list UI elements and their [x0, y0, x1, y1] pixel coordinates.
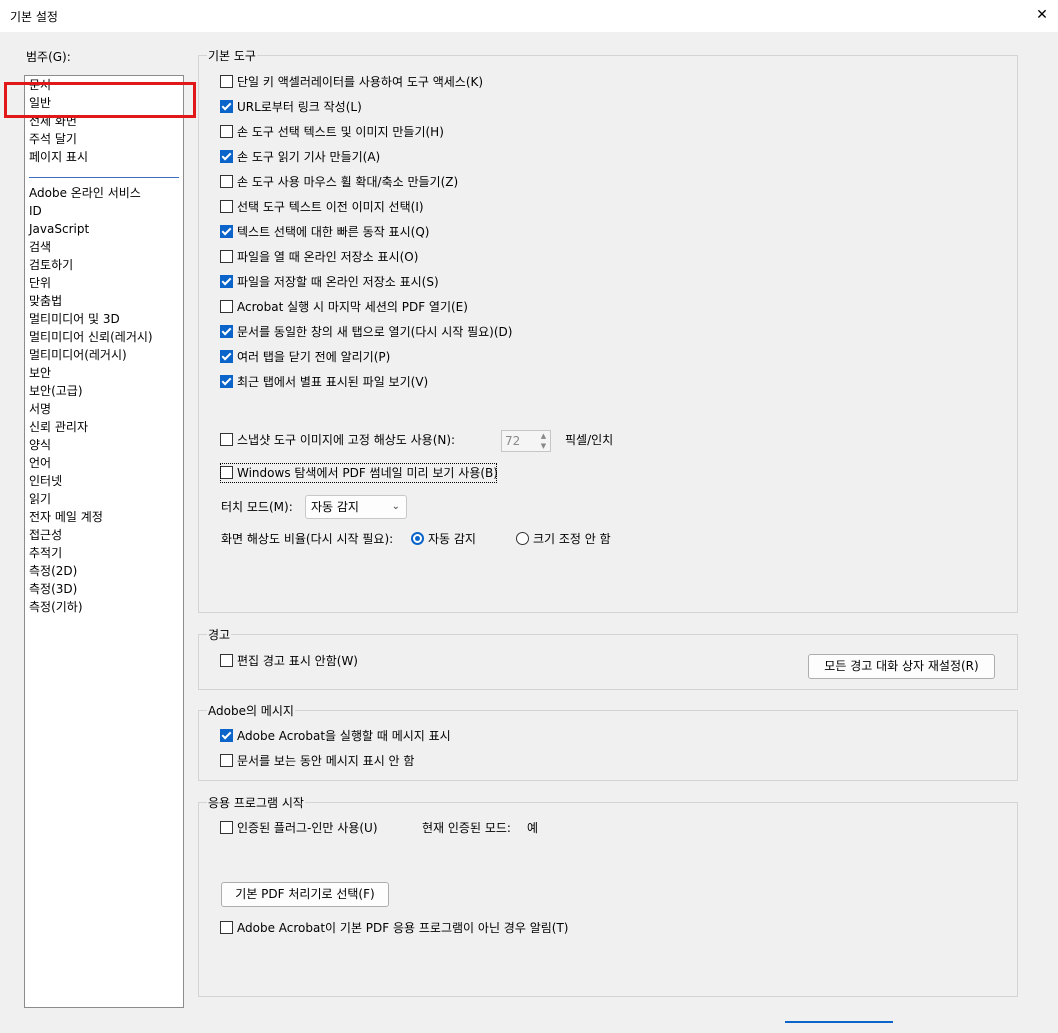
category-item[interactable]: 추적기 [29, 545, 62, 562]
category-item[interactable]: 읽기 [29, 491, 51, 508]
online-storage-save-checkbox[interactable]: 파일을 저장할 때 온라인 저장소 표시(S) [220, 273, 439, 291]
checkbox-icon [220, 250, 233, 263]
checkbox-icon [220, 75, 233, 88]
adobe-messages-group [198, 710, 1018, 781]
category-item-commenting[interactable]: 주석 달기 [29, 131, 77, 148]
category-list[interactable]: 문서 일반 전체 화면 주석 달기 페이지 표시 Adobe 온라인 서비스 I… [24, 75, 184, 1008]
radio-icon [516, 532, 529, 545]
reopen-last-session-checkbox[interactable]: Acrobat 실행 시 마지막 세션의 PDF 열기(E) [220, 298, 468, 316]
category-item[interactable]: 측정(2D) [29, 563, 77, 580]
certified-plugins-checkbox[interactable]: 인증된 플러그-인만 사용(U) [220, 819, 378, 837]
show-messages-launch-checkbox[interactable]: Adobe Acrobat을 실행할 때 메시지 표시 [220, 727, 451, 745]
checkbox-checked-icon [220, 225, 233, 238]
category-item[interactable]: 멀티미디어(레거시) [29, 347, 127, 364]
category-item[interactable]: 인터넷 [29, 473, 62, 490]
checkbox-icon [220, 200, 233, 213]
checkbox-icon [220, 300, 233, 313]
category-separator [29, 177, 179, 178]
category-item[interactable]: 보안 [29, 365, 51, 382]
current-mode-label: 현재 인증된 모드: [422, 821, 511, 835]
warn-close-tabs-checkbox[interactable]: 여러 탭을 닫기 전에 알리기(P) [220, 348, 390, 366]
category-item[interactable]: 신뢰 관리자 [29, 419, 88, 436]
highlight-box [4, 82, 196, 118]
screen-ratio-none-radio[interactable]: 크기 조정 안 함 [516, 530, 611, 548]
hand-tool-select-checkbox[interactable]: 손 도구 선택 텍스트 및 이미지 만들기(H) [220, 123, 444, 141]
checkbox-checked-icon [220, 350, 233, 363]
snapshot-resolution-checkbox[interactable]: 스냅샷 도구 이미지에 고정 해상도 사용(N): [220, 431, 455, 449]
snapshot-resolution-value: 72 [505, 434, 521, 448]
open-in-new-tab-checkbox[interactable]: 문서를 동일한 창의 새 탭으로 열기(다시 시작 필요)(D) [220, 323, 512, 341]
reset-warnings-button[interactable]: 모든 경고 대화 상자 재설정(R) [808, 654, 995, 679]
chevron-up-icon[interactable]: ▲ [537, 431, 550, 441]
default-pdf-handler-button[interactable]: 기본 PDF 처리기로 선택(F) [221, 882, 389, 907]
checkbox-checked-icon [220, 275, 233, 288]
touch-mode-select[interactable]: 자동 감지 ⌄ [305, 495, 407, 519]
category-item[interactable]: 측정(기하) [29, 599, 83, 616]
checkbox-icon [220, 125, 233, 138]
hand-tool-wheel-zoom-checkbox[interactable]: 손 도구 사용 마우스 휠 확대/축소 만들기(Z) [220, 173, 458, 191]
category-item[interactable]: 양식 [29, 437, 51, 454]
default-pdf-notify-checkbox[interactable]: Adobe Acrobat이 기본 PDF 응용 프로그램이 아닌 경우 알림(… [220, 919, 568, 937]
snapshot-resolution-stepper[interactable]: 72 ▲ ▼ [501, 430, 551, 452]
touch-mode-value: 자동 감지 [311, 500, 359, 514]
category-item[interactable]: 맞춤법 [29, 293, 62, 310]
title-bar: 기본 설정 ✕ [0, 0, 1058, 32]
chevron-down-icon: ⌄ [391, 501, 400, 512]
category-label: 범주(G): [26, 50, 71, 64]
starred-files-checkbox[interactable]: 최근 탭에서 별표 표시된 파일 보기(V) [220, 373, 428, 391]
category-item-page-display[interactable]: 페이지 표시 [29, 149, 88, 166]
category-item[interactable]: 언어 [29, 455, 51, 472]
radio-selected-icon [411, 532, 424, 545]
app-startup-label: 응용 프로그램 시작 [207, 794, 305, 811]
window-title: 기본 설정 [10, 10, 58, 24]
category-item[interactable]: 멀티미디어 및 3D [29, 311, 120, 328]
select-tool-image-checkbox[interactable]: 선택 도구 텍스트 이전 이미지 선택(I) [220, 198, 424, 216]
touch-mode-label: 터치 모드(M): [221, 500, 293, 514]
checkbox-checked-icon [220, 729, 233, 742]
warnings-label: 경고 [207, 626, 232, 643]
online-storage-open-checkbox[interactable]: 파일을 열 때 온라인 저장소 표시(O) [220, 248, 418, 266]
category-item[interactable]: 측정(3D) [29, 581, 77, 598]
checkbox-icon [220, 821, 233, 834]
chevron-down-icon[interactable]: ▼ [537, 441, 550, 451]
category-item[interactable]: 멀티미디어 신뢰(레거시) [29, 329, 153, 346]
ok-button-edge[interactable] [785, 1021, 893, 1033]
category-item[interactable]: 단위 [29, 275, 51, 292]
category-item[interactable]: ID [29, 203, 42, 220]
category-item[interactable]: 보안(고급) [29, 383, 83, 400]
checkbox-icon [220, 175, 233, 188]
focus-indicator [220, 463, 497, 483]
checkbox-icon [220, 921, 233, 934]
category-item[interactable]: JavaScript [29, 221, 89, 238]
category-item[interactable]: 검토하기 [29, 257, 73, 274]
checkbox-checked-icon [220, 150, 233, 163]
checkbox-checked-icon [220, 100, 233, 113]
checkbox-icon [220, 433, 233, 446]
category-item[interactable]: 서명 [29, 401, 51, 418]
edit-warnings-checkbox[interactable]: 편집 경고 표시 안함(W) [220, 652, 358, 670]
checkbox-icon [220, 654, 233, 667]
checkbox-checked-icon [220, 375, 233, 388]
screen-ratio-auto-radio[interactable]: 자동 감지 [411, 530, 476, 548]
basic-tools-label: 기본 도구 [207, 47, 257, 64]
url-links-checkbox[interactable]: URL로부터 링크 작성(L) [220, 98, 362, 116]
close-icon[interactable]: ✕ [1030, 4, 1054, 26]
snapshot-unit-label: 픽셀/인치 [565, 433, 614, 447]
quick-actions-checkbox[interactable]: 텍스트 선택에 대한 빠른 동작 표시(Q) [220, 223, 429, 241]
single-key-accelerator-checkbox[interactable]: 단일 키 액셀러레이터를 사용하여 도구 액세스(K) [220, 73, 483, 91]
category-item[interactable]: 전자 메일 계정 [29, 509, 103, 526]
category-item[interactable]: 검색 [29, 239, 51, 256]
current-mode-value: 예 [527, 821, 539, 835]
checkbox-icon [220, 754, 233, 767]
category-item[interactable]: 접근성 [29, 527, 62, 544]
hand-tool-articles-checkbox[interactable]: 손 도구 읽기 기사 만들기(A) [220, 148, 380, 166]
checkbox-checked-icon [220, 325, 233, 338]
category-item[interactable]: Adobe 온라인 서비스 [29, 185, 141, 202]
adobe-messages-label: Adobe의 메시지 [207, 702, 295, 719]
screen-ratio-label: 화면 해상도 비율(다시 시작 필요): [221, 532, 394, 546]
no-messages-viewing-checkbox[interactable]: 문서를 보는 동안 메시지 표시 안 함 [220, 752, 414, 770]
